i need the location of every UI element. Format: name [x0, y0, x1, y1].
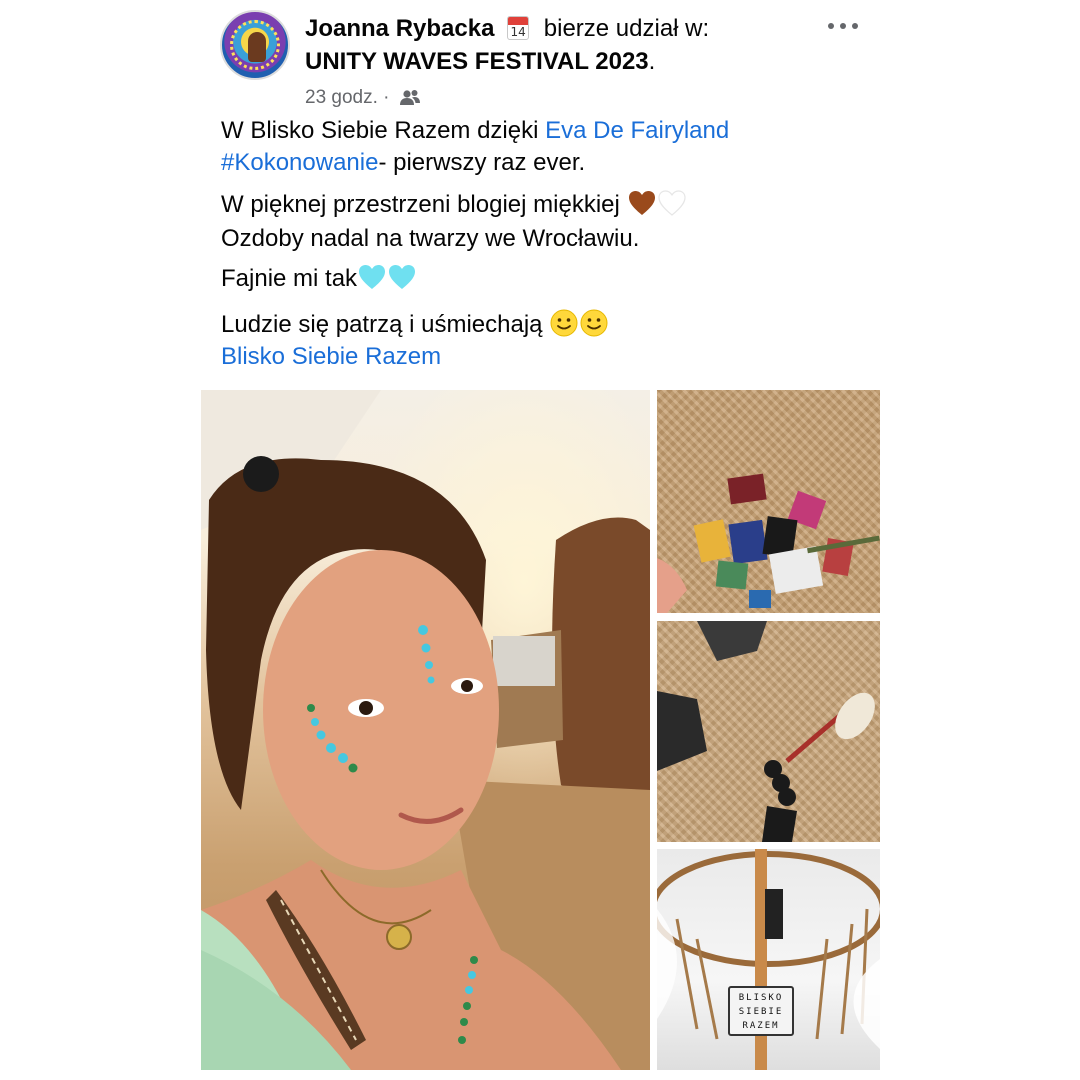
smiling-face-emoji	[580, 309, 608, 337]
smiling-face-emoji	[550, 309, 578, 337]
rattle-illustration	[657, 621, 875, 842]
avatar-figure	[248, 32, 266, 62]
body-line-3: W pięknej przestrzeni blogiej miękkiej	[221, 188, 687, 220]
post-header-line1: Joanna Rybacka 14 bierze udział w:	[305, 14, 709, 44]
sign-line-1: BLISKO	[738, 993, 784, 1003]
canopy-illustration	[657, 849, 880, 1070]
post-time[interactable]: 23 godz. ·	[305, 87, 390, 108]
cards-illustration	[657, 473, 880, 613]
rattle-on-rug-photo[interactable]	[657, 621, 880, 842]
body-text-2: - pierwszy raz ever.	[378, 149, 586, 176]
body-line-1: W Blisko Siebie Razem dzięki Eva De Fair…	[221, 116, 729, 146]
blisko-sign: BLISKO SIEBIE RAZEM	[728, 986, 794, 1036]
calendar-icon: 14	[507, 16, 530, 40]
event-suffix: .	[648, 48, 656, 75]
author-name[interactable]: Joanna Rybacka	[305, 15, 494, 42]
more-dots-icon	[828, 23, 858, 29]
selfie-illustration	[201, 390, 650, 1070]
post-meta: 23 godz. ·	[305, 86, 421, 110]
event-name[interactable]: UNITY WAVES FESTIVAL 2023	[305, 48, 649, 75]
body-text-5: Fajnie mi tak	[221, 265, 358, 292]
cards-on-rug-photo[interactable]	[657, 390, 880, 613]
body-line-4: Ozdoby nadal na twarzy we Wrocławiu.	[221, 224, 639, 254]
body-line-5: Fajnie mi tak	[221, 262, 417, 294]
brown-heart-emoji	[628, 191, 655, 215]
participation-text: bierze udział w:	[543, 15, 710, 42]
body-line-2: #Kokonowanie- pierwszy raz ever.	[221, 148, 585, 178]
selfie-photo[interactable]	[201, 390, 650, 1070]
light-blue-heart-emoji	[389, 265, 416, 289]
more-options-icon[interactable]	[826, 16, 860, 36]
sign-line-2: SIEBIE	[738, 1007, 784, 1017]
author-avatar[interactable]	[220, 10, 290, 80]
body-text-4: Ozdoby nadal na twarzy we Wrocławiu.	[221, 225, 640, 252]
page-link[interactable]: Blisko Siebie Razem	[221, 343, 441, 370]
calendar-day: 14	[510, 25, 526, 39]
tent-canopy-photo[interactable]: BLISKO SIEBIE RAZEM	[657, 849, 880, 1070]
body-text-6: Ludzie się patrzą i uśmiechają	[221, 311, 543, 338]
light-blue-heart-emoji	[359, 265, 386, 289]
body-line-7: Blisko Siebie Razem	[221, 342, 441, 372]
hashtag-link[interactable]: #Kokonowanie	[221, 149, 378, 176]
body-line-6: Ludzie się patrzą i uśmiechają	[221, 308, 609, 340]
post-header-line2: UNITY WAVES FESTIVAL 2023.	[305, 47, 655, 77]
mention-link[interactable]: Eva De Fairyland	[545, 117, 729, 144]
body-text-1: W Blisko Siebie Razem dzięki	[221, 117, 546, 144]
white-heart-emoji	[657, 190, 686, 216]
friends-icon[interactable]	[399, 88, 421, 106]
sign-line-3: RAZEM	[742, 1021, 780, 1031]
body-text-3: W pięknej przestrzeni blogiej miękkiej	[221, 191, 620, 218]
